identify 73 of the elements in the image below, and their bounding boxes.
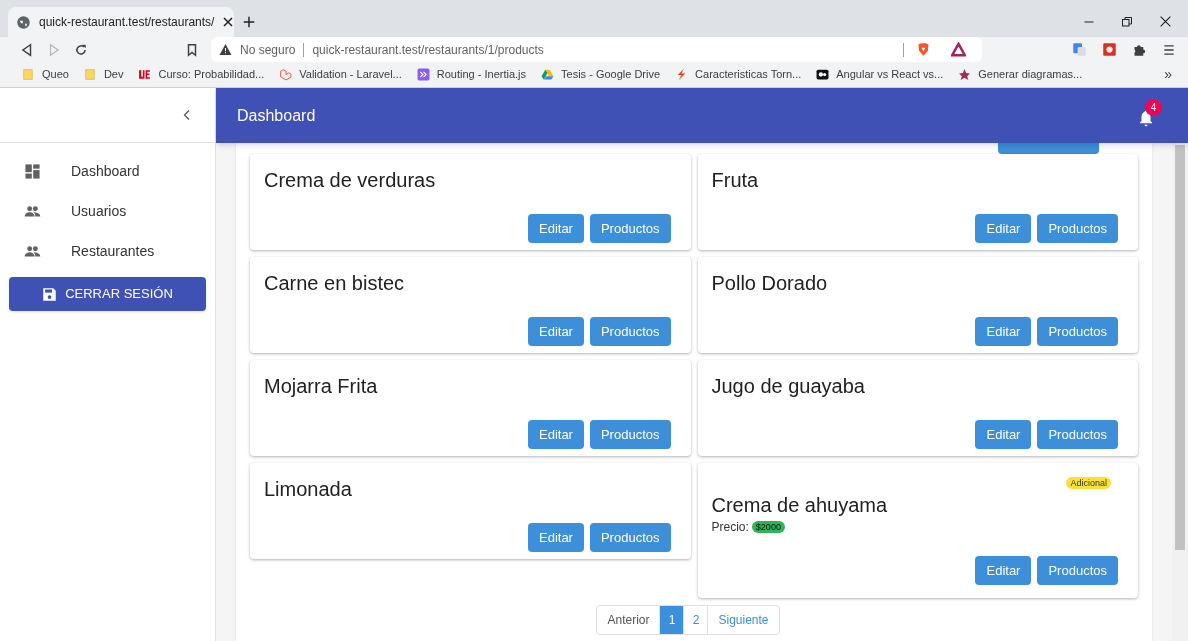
tab-title: quick-restaurant.test/restaurants/ <box>39 14 215 31</box>
triangle-icon[interactable] <box>951 42 966 57</box>
bookmark-link[interactable]: Queo <box>22 63 69 86</box>
card-button[interactable]: Editar <box>975 420 1032 449</box>
address-bar[interactable]: No seguro quick-restaurant.test/restaurants/1/products <box>211 37 982 62</box>
card-button[interactable]: Productos <box>1037 214 1118 243</box>
bookmark-link[interactable]: Curso: Probabilidad... <box>138 63 265 86</box>
restore-icon[interactable] <box>1121 15 1133 28</box>
bookmark-link[interactable]: Routing - Inertia.js <box>416 63 527 86</box>
card-button[interactable]: Editar <box>528 214 584 243</box>
header-title: Dashboard <box>237 105 316 126</box>
card-button[interactable]: Editar <box>975 214 1032 243</box>
price-label: Precio: <box>711 519 749 536</box>
bookmark-link[interactable]: Validation - Laravel... <box>279 63 402 86</box>
logo-icon <box>138 68 152 81</box>
reload-icon[interactable] <box>74 42 88 57</box>
back-icon[interactable] <box>20 42 34 57</box>
tag: Adicional <box>1066 477 1111 489</box>
chevrons-icon <box>416 68 430 81</box>
card-button[interactable]: Productos <box>1037 317 1118 346</box>
product-name: Carne en bistec <box>264 271 406 295</box>
warning-icon <box>219 43 232 56</box>
page-button[interactable]: 1 <box>660 606 685 634</box>
menu-icon[interactable] <box>1162 42 1176 57</box>
logout-button[interactable]: CERRAR SESIÓN <box>9 277 206 311</box>
product-name: Jugo de guayaba <box>711 374 866 398</box>
star-icon <box>958 68 972 81</box>
folder-icon <box>22 68 35 81</box>
card-button[interactable]: Editar <box>528 420 584 449</box>
bookmark-link[interactable]: Tesis - Google Drive <box>541 63 661 86</box>
dots-icon <box>816 68 830 81</box>
close-icon[interactable] <box>1159 15 1172 28</box>
next-page-button[interactable]: Siguiente <box>708 606 779 634</box>
price-tag: $2000 <box>751 521 785 533</box>
globe-icon <box>16 14 31 30</box>
bookmark-link[interactable]: Generar diagramas... <box>958 63 1083 86</box>
dashboard-icon <box>24 162 41 180</box>
product-name: Crema de verduras <box>264 168 437 192</box>
sidebar-item[interactable]: Usuarios <box>0 191 215 231</box>
card-button[interactable]: Editar <box>528 317 584 346</box>
folder-icon <box>83 68 97 81</box>
notification-badge: 4 <box>1145 98 1162 116</box>
more-bookmarks-button[interactable]: » <box>1164 64 1172 85</box>
card-button[interactable]: Productos <box>589 420 671 449</box>
card-button[interactable]: Productos <box>589 523 671 552</box>
bookmark-link[interactable]: Angular vs React vs... <box>816 63 944 86</box>
logo-icon <box>279 68 293 81</box>
card-button[interactable]: Editar <box>975 317 1032 346</box>
scrollbar[interactable] <box>1172 143 1188 641</box>
close-icon[interactable] <box>222 16 235 28</box>
card-button[interactable]: Productos <box>1037 420 1118 449</box>
browser-tab[interactable]: quick-restaurant.test/restaurants/ <box>8 7 234 37</box>
card-button[interactable]: Editar <box>528 523 584 552</box>
card-button[interactable]: Productos <box>589 214 671 243</box>
puzzle-icon[interactable] <box>1132 42 1147 57</box>
card-button[interactable]: Productos <box>589 317 671 346</box>
product-name: Limonada <box>264 477 353 501</box>
bookmark-icon[interactable] <box>185 42 199 57</box>
product-name: Crema de ahuyama <box>711 493 889 517</box>
card-button[interactable]: Editar <box>975 556 1032 585</box>
security-label: No seguro <box>240 41 296 59</box>
plus-icon[interactable] <box>242 15 256 29</box>
lion-shield-icon[interactable] <box>916 42 931 57</box>
sidebar-item[interactable]: Dashboard <box>0 151 215 191</box>
bookmark-link[interactable]: Caracteristicas Torn... <box>675 63 802 86</box>
card-button[interactable]: Productos <box>1037 556 1118 585</box>
url-text: quick-restaurant.test/restaurants/1/products <box>312 41 545 59</box>
sidebar-item[interactable]: Restaurantes <box>0 231 215 271</box>
bookmark-link[interactable]: Dev <box>83 63 124 86</box>
drive-icon <box>541 68 555 81</box>
product-name: Mojarra Frita <box>264 374 379 398</box>
product-name: Pollo Dorado <box>711 271 829 295</box>
product-name: Fruta <box>711 168 760 192</box>
